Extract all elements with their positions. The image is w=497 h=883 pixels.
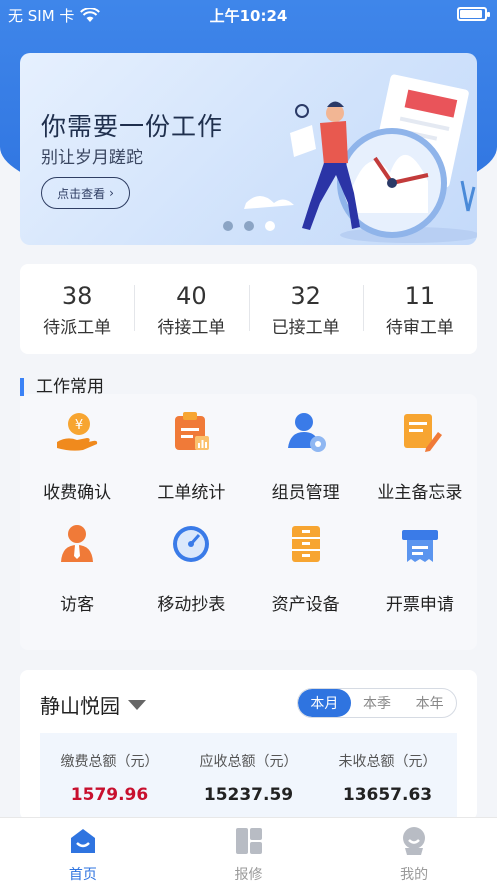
project-name: 静山悦园 (40, 694, 120, 718)
tab-label: 首页 (68, 867, 97, 883)
function-grid: ¥ 收费确认 工单统计 组员管理 业主备忘录 访客 移动抄表 资产设备 开票申请 (20, 400, 477, 615)
caret-down-icon (128, 699, 146, 710)
total-outstanding: 未收总额（元） 13657.63 (318, 733, 457, 820)
grid-item-label: 移动抄表 (157, 595, 226, 615)
home-icon (70, 829, 95, 853)
promo-banner[interactable]: 你需要一份工作 别让岁月蹉跎 点击查看 › (20, 53, 477, 245)
memo-pen-icon (403, 414, 442, 452)
stat-value: 11 (404, 281, 436, 310)
banner-view-button[interactable]: 点击查看 › (41, 177, 130, 209)
total-label: 缴费总额（元） (60, 754, 159, 770)
work-order-stats: 38 待派工单 40 待接工单 32 已接工单 11 待审工单 (20, 264, 477, 354)
grid-item-invoice-request[interactable]: 开票申请 (363, 512, 477, 615)
stat-value: 38 (61, 281, 93, 310)
period-option-year[interactable]: 本年 (403, 689, 456, 717)
grid-item-owner-memo[interactable]: 业主备忘录 (363, 400, 477, 503)
battery-icon (457, 7, 490, 21)
stat-value: 40 (176, 281, 207, 310)
grid-item-meter-reading[interactable]: 移动抄表 (134, 512, 248, 615)
totals-panel: 缴费总额（元） 1579.96 应收总额（元） 15237.59 未收总额（元）… (40, 733, 457, 820)
chevron-right-icon: › (109, 186, 114, 200)
common-work-section: 工作常用 ¥ 收费确认 工单统计 组员管理 业主备忘录 访客 移动抄表 资产设备… (20, 372, 477, 650)
banner-illustration (244, 74, 477, 243)
tab-profile[interactable]: 我的 (331, 818, 497, 883)
period-switch[interactable]: 本月 本季 本年 (297, 688, 457, 718)
revenue-summary: 静山悦园 本月 本季 本年 缴费总额（元） 1579.96 应收总额（元） 15… (20, 670, 477, 820)
banner-subtitle: 别让岁月蹉跎 (41, 148, 143, 168)
banner-button-label: 点击查看 (57, 186, 106, 201)
invoice-printer-icon (401, 530, 438, 562)
stat-pending-review[interactable]: 11 待审工单 (362, 281, 477, 338)
stat-pending-dispatch[interactable]: 38 待派工单 (20, 281, 134, 338)
stat-pending-accept[interactable]: 40 待接工单 (134, 281, 248, 338)
profile-icon (403, 827, 426, 855)
meter-gauge-icon (173, 526, 210, 562)
tab-home[interactable]: 首页 (0, 818, 166, 883)
total-paid: 缴费总额（元） 1579.96 (40, 733, 179, 820)
user-gear-icon (287, 413, 326, 452)
grid-item-label: 组员管理 (271, 483, 340, 503)
stat-value: 32 (290, 281, 321, 310)
cabinet-icon (291, 526, 320, 562)
grid-item-assets[interactable]: 资产设备 (249, 512, 363, 615)
total-label: 应收总额（元） (199, 754, 298, 770)
banner-dot[interactable] (265, 221, 275, 231)
banner-dot[interactable] (223, 221, 233, 231)
tab-label: 我的 (400, 867, 429, 883)
status-time: 上午10:24 (209, 7, 288, 25)
total-receivable: 应收总额（元） 15237.59 (179, 733, 318, 820)
repair-icon (235, 828, 262, 854)
grid-item-member-manage[interactable]: 组员管理 (249, 400, 363, 503)
total-value: 15237.59 (203, 785, 294, 805)
grid-item-label: 收费确认 (43, 483, 112, 503)
visitor-icon (61, 525, 94, 562)
grid-item-fee-confirm[interactable]: ¥ 收费确认 (20, 400, 134, 503)
period-option-quarter[interactable]: 本季 (351, 689, 404, 717)
banner-title: 你需要一份工作 (41, 112, 224, 141)
project-selector[interactable]: 静山悦园 (40, 690, 146, 719)
tab-label: 报修 (234, 867, 263, 883)
grid-item-label: 访客 (60, 595, 95, 615)
stat-accepted[interactable]: 32 已接工单 (248, 281, 363, 338)
period-option-month[interactable]: 本月 (298, 689, 351, 717)
grid-item-label: 开票申请 (385, 595, 454, 615)
banner-pagination[interactable] (223, 221, 275, 231)
grid-item-label: 业主备忘录 (377, 483, 463, 503)
bottom-tab-bar: 首页 报修 我的 (0, 817, 497, 883)
stat-label: 待派工单 (43, 317, 112, 338)
total-label: 未收总额（元） (338, 754, 437, 770)
stat-label: 待审工单 (385, 317, 454, 338)
status-bar: 无 SIM 卡 上午10:24 (0, 0, 497, 30)
total-value: 1579.96 (70, 785, 149, 805)
banner-dot[interactable] (244, 221, 254, 231)
grid-item-visitor[interactable]: 访客 (20, 512, 134, 615)
clipboard-chart-icon (175, 412, 210, 450)
grid-item-label: 资产设备 (271, 595, 340, 615)
grid-item-order-stats[interactable]: 工单统计 (134, 400, 248, 503)
section-title: 工作常用 (20, 378, 104, 396)
svg-text:¥: ¥ (75, 418, 83, 433)
stat-label: 待接工单 (157, 317, 226, 338)
tab-repair[interactable]: 报修 (166, 818, 332, 883)
total-value: 13657.63 (342, 785, 433, 805)
stat-label: 已接工单 (271, 317, 340, 338)
coin-hand-icon: ¥ (57, 413, 98, 451)
grid-item-label: 工单统计 (157, 483, 226, 503)
